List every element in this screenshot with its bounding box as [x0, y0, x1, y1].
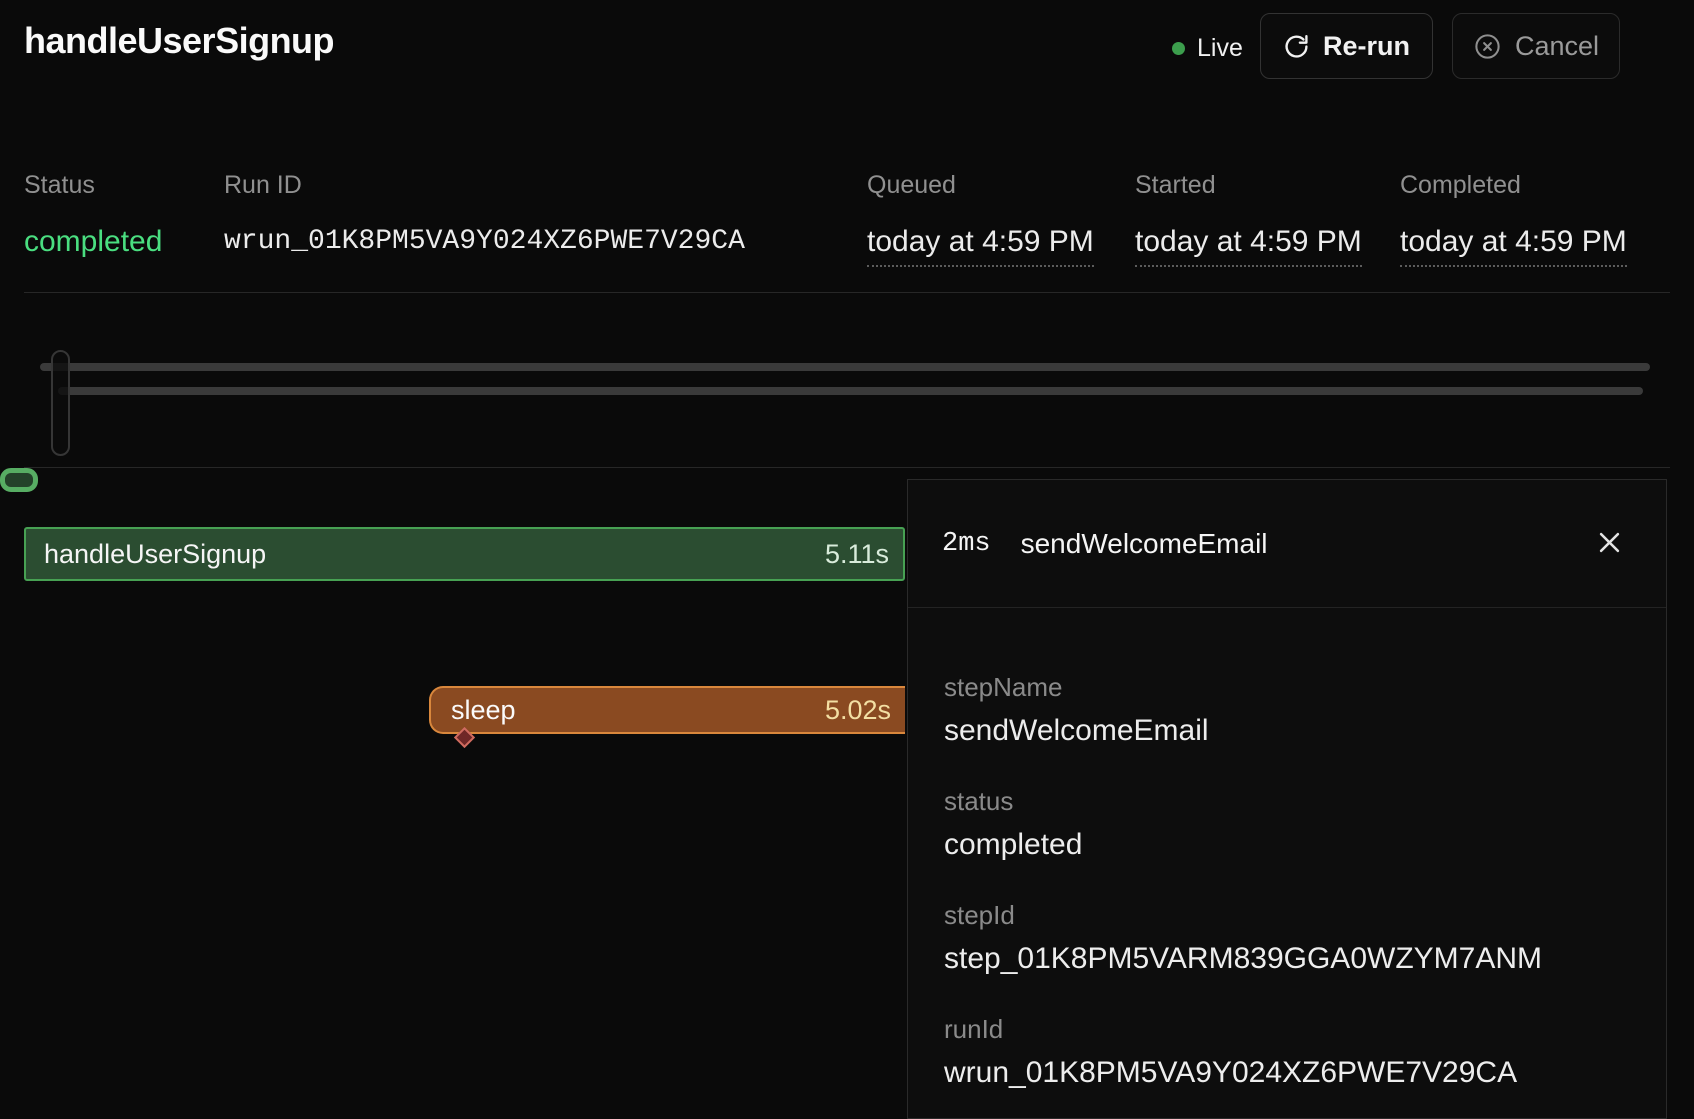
meta-status-label: Status [24, 170, 162, 200]
meta-queued: Queued today at 4:59 PM [867, 170, 1094, 267]
page-title: handleUserSignup [24, 20, 334, 62]
span-name: sleep [451, 695, 516, 726]
meta-status: Status completed [24, 170, 162, 260]
started-time[interactable]: today at 4:59 PM [1135, 224, 1362, 267]
field-runId: runId wrun_01K8PM5VA9Y024XZ6PWE7V29CA [944, 1012, 1630, 1094]
meta-run-id: Run ID wrun_01K8PM5VA9Y024XZ6PWE7V29CA [224, 170, 745, 260]
field-label: runId [944, 1012, 1630, 1046]
completed-time[interactable]: today at 4:59 PM [1400, 224, 1627, 267]
span-bar-handleUserSignup[interactable]: handleUserSignup 5.11s [24, 527, 905, 581]
span-name: handleUserSignup [44, 539, 266, 570]
field-stepId: stepId step_01K8PM5VARM839GGA0WZYM7ANM [944, 898, 1630, 980]
meta-started: Started today at 4:59 PM [1135, 170, 1362, 267]
meta-completed: Completed today at 4:59 PM [1400, 170, 1627, 267]
minimap-span-workflow [40, 363, 1650, 371]
queued-time[interactable]: today at 4:59 PM [867, 224, 1094, 267]
meta-run-id-label: Run ID [224, 170, 745, 200]
span-bar-sendWelcomeEmail[interactable] [0, 468, 38, 492]
run-id-value: wrun_01K8PM5VA9Y024XZ6PWE7V29CA [224, 224, 745, 260]
field-value: completed [944, 824, 1630, 866]
step-detail-header: 2ms sendWelcomeEmail [908, 480, 1666, 608]
close-panel-button[interactable] [1588, 523, 1630, 565]
meta-started-label: Started [1135, 170, 1362, 200]
minimap-span-sleep [58, 387, 1643, 395]
minimap-viewport-handle[interactable] [51, 350, 70, 456]
meta-queued-label: Queued [867, 170, 1094, 200]
span-bar-sleep[interactable]: sleep 5.02s [429, 686, 905, 734]
header-divider [24, 292, 1670, 293]
step-detail-title: sendWelcomeEmail [1021, 528, 1268, 560]
step-duration-badge: 2ms [942, 529, 991, 559]
refresh-icon [1283, 33, 1310, 60]
status-badge: completed [24, 224, 162, 260]
timeline-minimap [0, 340, 1694, 465]
span-duration: 5.02s [825, 695, 891, 726]
field-label: stepId [944, 898, 1630, 932]
rerun-button[interactable]: Re-run [1260, 13, 1433, 79]
field-value: wrun_01K8PM5VA9Y024XZ6PWE7V29CA [944, 1052, 1630, 1094]
step-detail-panel: 2ms sendWelcomeEmail stepName sendWelcom… [907, 479, 1667, 1119]
workflow-run-page: handleUserSignup Live Re-run Cancel Stat… [0, 0, 1694, 1102]
cancel-button[interactable]: Cancel [1452, 13, 1620, 79]
field-value: step_01K8PM5VARM839GGA0WZYM7ANM [944, 938, 1630, 980]
cancel-label: Cancel [1515, 31, 1599, 62]
live-indicator: Live [1172, 30, 1243, 66]
field-value: sendWelcomeEmail [944, 710, 1630, 752]
field-status: status completed [944, 784, 1630, 866]
field-stepName: stepName sendWelcomeEmail [944, 670, 1630, 752]
live-dot-icon [1172, 42, 1185, 55]
cancel-circle-x-icon [1473, 32, 1502, 61]
live-label: Live [1197, 34, 1243, 63]
step-detail-body: stepName sendWelcomeEmail status complet… [908, 608, 1666, 1094]
span-duration: 5.11s [825, 539, 889, 570]
rerun-label: Re-run [1323, 31, 1410, 62]
meta-completed-label: Completed [1400, 170, 1627, 200]
field-label: stepName [944, 670, 1630, 704]
field-label: status [944, 784, 1630, 818]
close-icon [1594, 527, 1625, 561]
